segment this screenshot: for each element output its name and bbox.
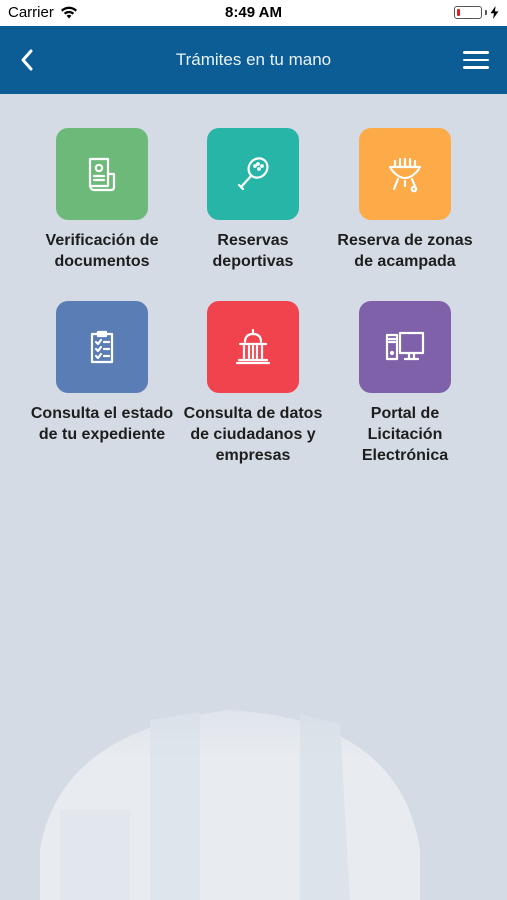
charging-bolt-icon bbox=[490, 6, 499, 19]
tile-icon-box bbox=[359, 128, 451, 220]
government-building-icon bbox=[235, 328, 271, 365]
tile-reservas-deportivas[interactable]: Reservas deportivas bbox=[178, 128, 328, 272]
clock: 8:49 AM bbox=[225, 4, 282, 21]
tile-verificacion-documentos[interactable]: Verificación de documentos bbox=[27, 128, 177, 272]
tile-icon-box bbox=[207, 128, 299, 220]
tile-icon-box bbox=[56, 128, 148, 220]
tile-label: Consulta de datos de ciudadanos y empres… bbox=[183, 405, 323, 464]
menu-button[interactable] bbox=[463, 48, 489, 72]
tile-icon-box bbox=[56, 301, 148, 393]
paddle-racket-icon bbox=[237, 157, 269, 191]
status-bar: Carrier 8:49 AM bbox=[0, 0, 507, 26]
tile-label: Reservas deportivas bbox=[212, 232, 294, 270]
hamburger-menu-icon-bar bbox=[463, 66, 489, 69]
barbecue-grill-icon bbox=[388, 157, 422, 193]
tile-icon-box bbox=[207, 301, 299, 393]
tile-consulta-expediente[interactable]: Consulta el estado de tu expediente bbox=[27, 301, 177, 445]
battery-tip bbox=[485, 10, 487, 15]
tile-consulta-datos[interactable]: Consulta de datos de ciudadanos y empres… bbox=[178, 301, 328, 466]
tile-portal-licitacion[interactable]: Portal de Licitación Electrónica bbox=[330, 301, 480, 466]
navigation-bar: Trámites en tu mano bbox=[0, 26, 507, 94]
document-certificate-icon bbox=[88, 157, 116, 192]
tile-label: Verificación de documentos bbox=[45, 232, 159, 270]
tile-label: Reserva de zonas de acampada bbox=[337, 232, 473, 270]
observatory-dome-background bbox=[0, 640, 507, 900]
tile-icon-box bbox=[359, 301, 451, 393]
tile-label: Portal de Licitación Electrónica bbox=[361, 405, 449, 464]
battery-indicator bbox=[454, 6, 499, 19]
tile-reserva-zonas-acampada[interactable]: Reserva de zonas de acampada bbox=[330, 128, 480, 272]
clipboard-checklist-icon bbox=[90, 330, 114, 364]
page-title: Trámites en tu mano bbox=[175, 50, 332, 69]
hamburger-menu-icon-bar bbox=[463, 58, 489, 62]
computer-monitor-icon bbox=[385, 331, 425, 361]
battery-level-fill bbox=[457, 9, 460, 16]
tile-label: Consulta el estado de tu expediente bbox=[30, 405, 174, 443]
hamburger-menu-icon-bar bbox=[463, 51, 489, 54]
battery-icon bbox=[454, 6, 482, 19]
